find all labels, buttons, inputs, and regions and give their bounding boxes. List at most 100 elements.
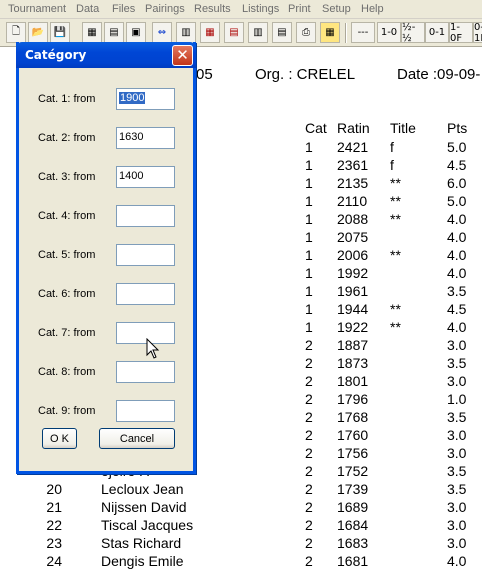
col-rating: Ratin	[337, 120, 370, 136]
result-draw-button[interactable]: ½-½	[401, 22, 425, 44]
player-rating: 1739	[337, 481, 369, 497]
tool-icon-8[interactable]: ▥	[176, 22, 196, 43]
player-rating: 1681	[337, 553, 369, 569]
tool-icon-11[interactable]: ▥	[248, 22, 268, 43]
table-row[interactable]: 24 Dengis Emile 2 1681 4.0	[0, 553, 482, 571]
cat-4-input[interactable]	[116, 205, 175, 227]
cat-3-input[interactable]: 1400	[116, 166, 175, 188]
player-pts: 3.5	[447, 481, 467, 497]
cat-9-input[interactable]	[116, 400, 175, 422]
player-pts: 4.0	[447, 553, 467, 569]
cat-2-input[interactable]: 1630	[116, 127, 175, 149]
result-win-forfeit-button[interactable]: 1-0F	[449, 22, 473, 44]
tool-icon-6[interactable]: ▣	[126, 22, 146, 43]
player-rating: 1756	[337, 445, 369, 461]
cat-6-label: Cat. 6: from	[38, 288, 96, 300]
tool-icon-14[interactable]: ▦	[320, 22, 340, 43]
menu-pairings[interactable]: Pairings	[145, 3, 185, 15]
table-row[interactable]: 20 Lecloux Jean 2 1739 3.5	[0, 481, 482, 499]
tool-icon-9[interactable]: ▦	[200, 22, 220, 43]
cat-6-input[interactable]	[116, 283, 175, 305]
player-pts: 3.5	[447, 283, 467, 299]
player-pts: 6.0	[447, 175, 467, 191]
player-title: f	[390, 157, 394, 173]
player-cat: 2	[305, 445, 313, 461]
cat-2-value: 1630	[119, 131, 144, 143]
player-cat: 2	[305, 337, 313, 353]
open-folder-icon[interactable]: 📂	[28, 22, 48, 43]
col-title: Title	[390, 120, 416, 136]
table-row[interactable]: 23 Stas Richard 2 1683 3.0	[0, 535, 482, 553]
player-rating: 1683	[337, 535, 369, 551]
new-file-icon[interactable]: 🗋	[6, 22, 26, 43]
menu-files[interactable]: Files	[112, 3, 135, 15]
player-pts: 3.5	[447, 463, 467, 479]
player-title: **	[390, 211, 401, 227]
menu-tournament[interactable]: Tournament	[8, 3, 66, 15]
dialog-titlebar[interactable]: Catégory ✕	[16, 42, 196, 68]
player-rating: 2110	[337, 193, 368, 209]
row-number: 23	[46, 535, 62, 551]
player-rating: 1992	[337, 265, 369, 281]
menu-results[interactable]: Results	[194, 3, 231, 15]
row-number: 22	[46, 517, 62, 533]
menu-setup[interactable]: Setup	[322, 3, 351, 15]
player-cat: 1	[305, 265, 313, 281]
cat-1-value: 1900	[119, 92, 146, 104]
cat-8-input[interactable]	[116, 361, 175, 383]
player-cat: 1	[305, 211, 313, 227]
ok-button[interactable]: O K	[42, 428, 77, 449]
player-pts: 5.0	[447, 139, 467, 155]
player-rating: 1944	[337, 301, 369, 317]
cat-2-label: Cat. 2: from	[38, 132, 96, 144]
player-name: Nijssen David	[101, 499, 187, 515]
cat-5-input[interactable]	[116, 244, 175, 266]
close-icon[interactable]: ✕	[172, 45, 193, 66]
player-rating: 2075	[337, 229, 369, 245]
row-number: 24	[46, 553, 62, 569]
row-number: 21	[46, 499, 62, 515]
result-win-button[interactable]: 1-0	[377, 22, 401, 43]
player-title: **	[390, 193, 401, 209]
tool-icon-10[interactable]: ▤	[224, 22, 244, 43]
result-none-button[interactable]: ---	[351, 22, 375, 43]
player-pts: 3.0	[447, 427, 467, 443]
menu-print[interactable]: Print	[288, 3, 311, 15]
player-cat: 1	[305, 229, 313, 245]
save-icon[interactable]: 💾	[50, 22, 70, 43]
player-pts: 4.0	[447, 319, 467, 335]
table-row[interactable]: 22 Tiscal Jacques 2 1684 3.0	[0, 517, 482, 535]
tool-icon-4[interactable]: ▦	[82, 22, 102, 43]
cat-1-input[interactable]: 1900	[116, 88, 175, 110]
cat-3-label: Cat. 3: from	[38, 171, 96, 183]
result-loss-button[interactable]: 0-1	[425, 22, 449, 43]
col-pts: Pts	[447, 120, 468, 136]
menu-listings[interactable]: Listings	[242, 3, 279, 15]
player-cat: 2	[305, 427, 313, 443]
result-loss-forfeit-button[interactable]: 0-1F	[473, 22, 482, 44]
menu-data[interactable]: Data	[76, 3, 99, 15]
cat-7-label: Cat. 7: from	[38, 327, 96, 339]
row-number: 20	[46, 481, 62, 497]
header-date: Date :09-09-	[397, 66, 481, 83]
print-icon[interactable]: ⎙	[296, 22, 316, 43]
tool-icon-12[interactable]: ▤	[272, 22, 292, 43]
player-rating: 1689	[337, 499, 369, 515]
header-date-fragment: 05	[196, 66, 213, 83]
table-row[interactable]: 21 Nijssen David 2 1689 3.0	[0, 499, 482, 517]
player-pts: 4.5	[447, 301, 467, 317]
swap-arrows-icon[interactable]: ⇔	[152, 22, 172, 43]
mouse-cursor-icon	[146, 338, 160, 359]
player-pts: 4.0	[447, 247, 467, 263]
player-pts: 4.0	[447, 211, 467, 227]
player-rating: 1873	[337, 355, 369, 371]
player-title: **	[390, 319, 401, 335]
player-cat: 1	[305, 247, 313, 263]
player-rating: 2006	[337, 247, 369, 263]
menu-help[interactable]: Help	[361, 3, 384, 15]
toolbar-separator	[345, 23, 347, 43]
player-cat: 2	[305, 355, 313, 371]
tool-icon-5[interactable]: ▤	[104, 22, 124, 43]
cancel-button[interactable]: Cancel	[99, 428, 175, 449]
cat-3-value: 1400	[119, 170, 144, 182]
